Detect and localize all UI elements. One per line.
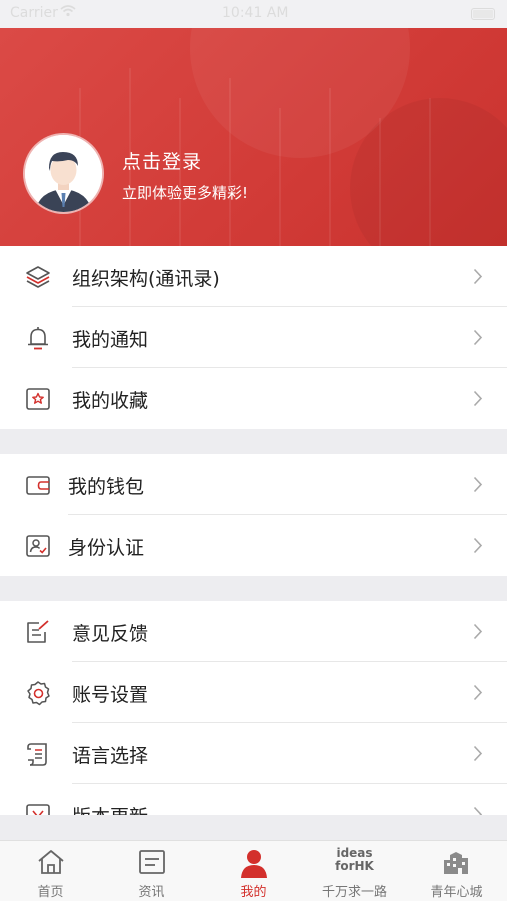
menu-item-identity-verification[interactable]: 身份认证 — [0, 515, 507, 576]
menu-group-settings: 意见反馈 账号设置 语言选择 版本更新 — [0, 601, 507, 815]
default-user-avatar-icon — [25, 135, 102, 212]
chevron-right-icon — [473, 806, 483, 815]
menu-item-account-settings[interactable]: 账号设置 — [0, 662, 507, 723]
ideas-for-hk-logo-text: ideas forHK — [335, 846, 374, 873]
login-prompt-title[interactable]: 点击登录 — [122, 147, 202, 174]
menu-item-label: 我的通知 — [72, 329, 149, 351]
city-building-icon — [443, 852, 468, 874]
clock-time: 10:41 AM — [222, 5, 289, 21]
chevron-right-icon — [473, 537, 483, 554]
menu-group-account: 组织架构(通讯录) 我的通知 我的收藏 — [0, 246, 507, 429]
menu-item-organization[interactable]: 组织架构(通讯录) — [0, 246, 507, 307]
menu-item-feedback[interactable]: 意见反馈 — [0, 601, 507, 662]
chevron-right-icon — [473, 684, 483, 701]
feedback-edit-icon — [27, 620, 49, 643]
tab-news[interactable]: 资讯 — [101, 841, 202, 901]
chevron-right-icon — [473, 476, 483, 493]
status-bar: Carrier 10:41 AM — [0, 0, 507, 28]
layers-icon — [26, 266, 50, 288]
bottom-tab-bar: 首页 资讯 我的 ideas forHK 千万求一路 青年心城 — [0, 840, 507, 901]
menu-group-wallet: 我的钱包 身份认证 — [0, 454, 507, 576]
chevron-right-icon — [473, 745, 483, 762]
menu-item-favorites[interactable]: 我的收藏 — [0, 368, 507, 429]
menu-item-label: 版本更新 — [72, 802, 148, 815]
home-icon — [37, 850, 64, 874]
menu-item-language[interactable]: 语言选择 — [0, 723, 507, 784]
tab-label: 我的 — [240, 885, 267, 900]
ideas-for-hk-logo: ideas forHK — [325, 847, 385, 873]
bell-icon — [28, 327, 48, 350]
tab-label: 资讯 — [138, 885, 165, 900]
battery-icon — [471, 8, 495, 20]
menu-item-label: 我的钱包 — [68, 476, 145, 498]
star-box-icon — [26, 388, 50, 410]
wallet-icon — [26, 476, 50, 495]
menu-item-label: 账号设置 — [72, 684, 149, 706]
version-update-icon — [26, 804, 50, 815]
tab-label: 首页 — [37, 885, 64, 900]
menu-item-label: 身份认证 — [68, 537, 145, 559]
menu-item-wallet[interactable]: 我的钱包 — [0, 454, 507, 515]
menu-item-label: 意见反馈 — [72, 623, 149, 645]
menu-item-label: 组织架构(通讯录) — [72, 268, 220, 290]
chevron-right-icon — [473, 329, 483, 346]
tab-label: 青年心城 — [430, 885, 483, 900]
chevron-right-icon — [473, 268, 483, 285]
login-prompt-subtitle: 立即体验更多精彩! — [122, 184, 249, 202]
gear-icon — [27, 681, 50, 706]
scroll-document-icon — [27, 743, 47, 766]
tab-mine[interactable]: 我的 — [203, 841, 304, 901]
wifi-icon — [60, 5, 76, 20]
menu-item-notifications[interactable]: 我的通知 — [0, 307, 507, 368]
id-verify-icon — [26, 535, 50, 557]
tab-ideas-for-hk[interactable]: ideas forHK 千万求一路 — [304, 841, 405, 901]
chevron-right-icon — [473, 623, 483, 640]
profile-header[interactable]: 点击登录 立即体验更多精彩! — [0, 28, 507, 246]
avatar[interactable] — [25, 135, 102, 212]
person-icon — [240, 850, 267, 878]
tab-youth-city[interactable]: 青年心城 — [406, 841, 507, 901]
tab-home[interactable]: 首页 — [0, 841, 101, 901]
menu-item-label: 语言选择 — [72, 745, 149, 767]
chevron-right-icon — [473, 390, 483, 407]
news-icon — [138, 850, 165, 874]
menu-item-version-update[interactable]: 版本更新 — [0, 784, 507, 815]
tab-label: 千万求一路 — [321, 885, 387, 900]
carrier-label: Carrier — [10, 5, 58, 21]
menu-item-label: 我的收藏 — [72, 390, 149, 412]
